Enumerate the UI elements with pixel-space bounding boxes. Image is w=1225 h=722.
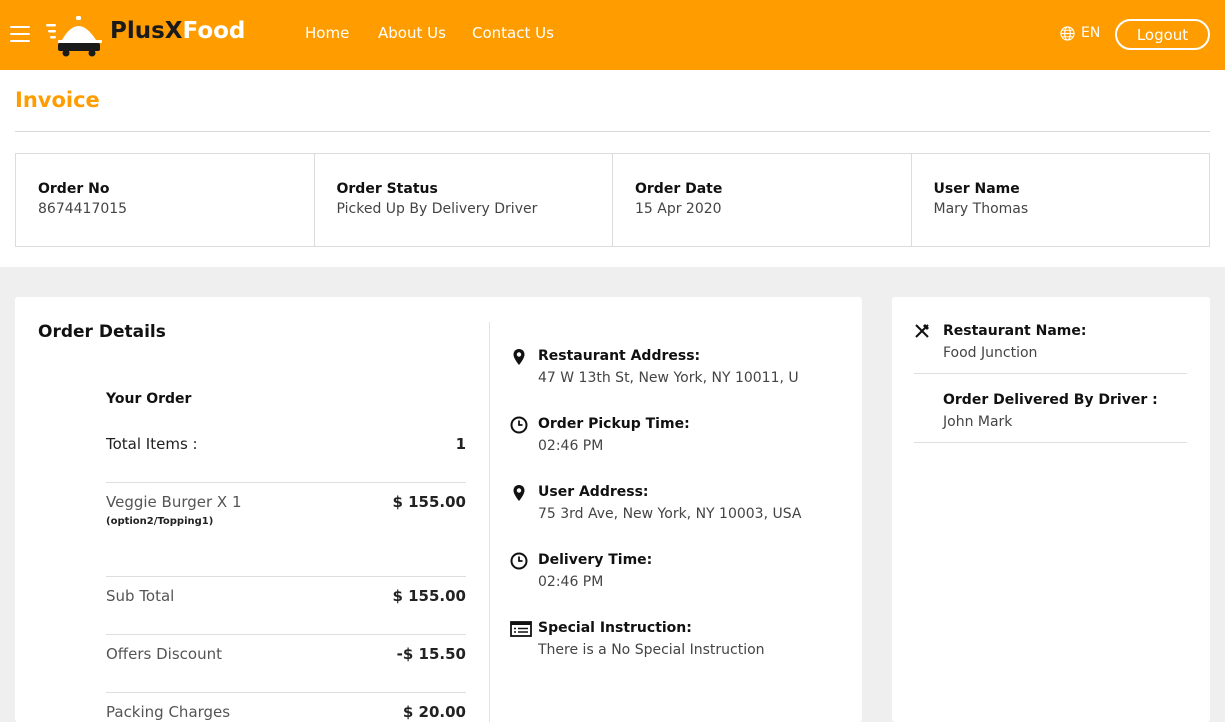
restaurant-address-label: Restaurant Address:	[538, 348, 701, 364]
restaurant-address-value: 47 W 13th St, New York, NY 10011, U	[538, 370, 799, 386]
subtotal-label: Sub Total	[106, 587, 175, 605]
user-name-cell: User Name Mary Thomas	[912, 154, 1210, 246]
subtotal-value: $ 155.00	[392, 587, 466, 605]
map-pin-icon	[513, 349, 525, 365]
restaurant-name-label: Restaurant Name:	[943, 323, 1087, 339]
packing-value: $ 20.00	[402, 703, 466, 721]
order-date-label: Order Date	[635, 181, 723, 197]
total-items-value: 1	[455, 435, 466, 453]
brand-part-1: PlusX	[110, 18, 183, 44]
delivery-time-label: Delivery Time:	[538, 552, 653, 568]
packing-row: Packing Charges $ 20.00	[106, 703, 466, 721]
nav-about-link[interactable]: About Us	[378, 24, 446, 42]
your-order-heading: Your Order	[106, 391, 192, 407]
subtotal-row: Sub Total $ 155.00	[106, 587, 466, 605]
discount-value: -$ 15.50	[396, 645, 466, 663]
special-instruction-label: Special Instruction:	[538, 620, 692, 636]
title-divider	[15, 131, 1210, 132]
list-icon	[510, 621, 532, 637]
delivery-time-value: 02:46 PM	[538, 574, 604, 590]
top-navbar: PlusXFood Home About Us Contact Us EN Lo…	[0, 0, 1225, 70]
discount-label: Offers Discount	[106, 645, 222, 663]
food-delivery-logo-icon[interactable]	[44, 10, 106, 58]
language-label: EN	[1081, 25, 1101, 41]
divider	[914, 373, 1187, 374]
fork-knife-icon	[915, 324, 929, 338]
divider	[914, 442, 1187, 443]
divider	[106, 692, 466, 693]
nav-contact-link[interactable]: Contact Us	[472, 24, 554, 42]
order-status-value: Picked Up By Delivery Driver	[336, 201, 538, 217]
column-divider	[489, 322, 490, 722]
globe-icon	[1060, 25, 1075, 41]
order-no-cell: Order No 8674417015	[16, 154, 315, 246]
order-summary-bar: Order No 8674417015 Order Status Picked …	[15, 153, 1210, 247]
user-address-label: User Address:	[538, 484, 649, 500]
order-status-cell: Order Status Picked Up By Delivery Drive…	[315, 154, 613, 246]
restaurant-name-value: Food Junction	[943, 345, 1038, 361]
order-details-title: Order Details	[38, 322, 166, 342]
logout-button[interactable]: Logout	[1115, 19, 1210, 50]
nav-home-link[interactable]: Home	[305, 24, 349, 42]
restaurant-driver-card	[892, 297, 1210, 722]
order-date-value: 15 Apr 2020	[635, 201, 722, 217]
pickup-time-label: Order Pickup Time:	[538, 416, 690, 432]
page-title: Invoice	[15, 88, 100, 112]
total-items-label: Total Items :	[106, 435, 198, 453]
order-date-cell: Order Date 15 Apr 2020	[613, 154, 912, 246]
language-selector[interactable]: EN	[1060, 25, 1100, 41]
order-item-row: Veggie Burger X 1 $ 155.00	[106, 493, 466, 511]
divider	[106, 576, 466, 577]
item-name: Veggie Burger X 1	[106, 493, 242, 511]
order-status-label: Order Status	[336, 181, 438, 197]
map-pin-icon	[513, 485, 525, 501]
divider	[106, 482, 466, 483]
brand-part-2: Food	[182, 18, 246, 44]
user-name-value: Mary Thomas	[933, 201, 1029, 217]
item-price: $ 155.00	[392, 493, 466, 511]
total-items-row: Total Items : 1	[106, 435, 466, 453]
order-no-value: 8674417015	[38, 201, 128, 217]
special-instruction-value: There is a No Special Instruction	[538, 642, 765, 658]
divider	[106, 634, 466, 635]
discount-row: Offers Discount -$ 15.50	[106, 645, 466, 663]
user-name-label: User Name	[933, 181, 1020, 197]
pickup-time-value: 02:46 PM	[538, 438, 604, 454]
driver-value: John Mark	[943, 414, 1013, 430]
item-options: (option2/Topping1)	[106, 516, 214, 527]
packing-label: Packing Charges	[106, 703, 231, 721]
clock-icon	[510, 416, 528, 434]
clock-icon	[510, 552, 528, 570]
brand-name[interactable]: PlusXFood	[110, 18, 245, 44]
hamburger-menu-icon[interactable]	[10, 26, 30, 42]
order-no-label: Order No	[38, 181, 110, 197]
driver-label: Order Delivered By Driver :	[943, 392, 1158, 408]
user-address-value: 75 3rd Ave, New York, NY 10003, USA	[538, 506, 802, 522]
